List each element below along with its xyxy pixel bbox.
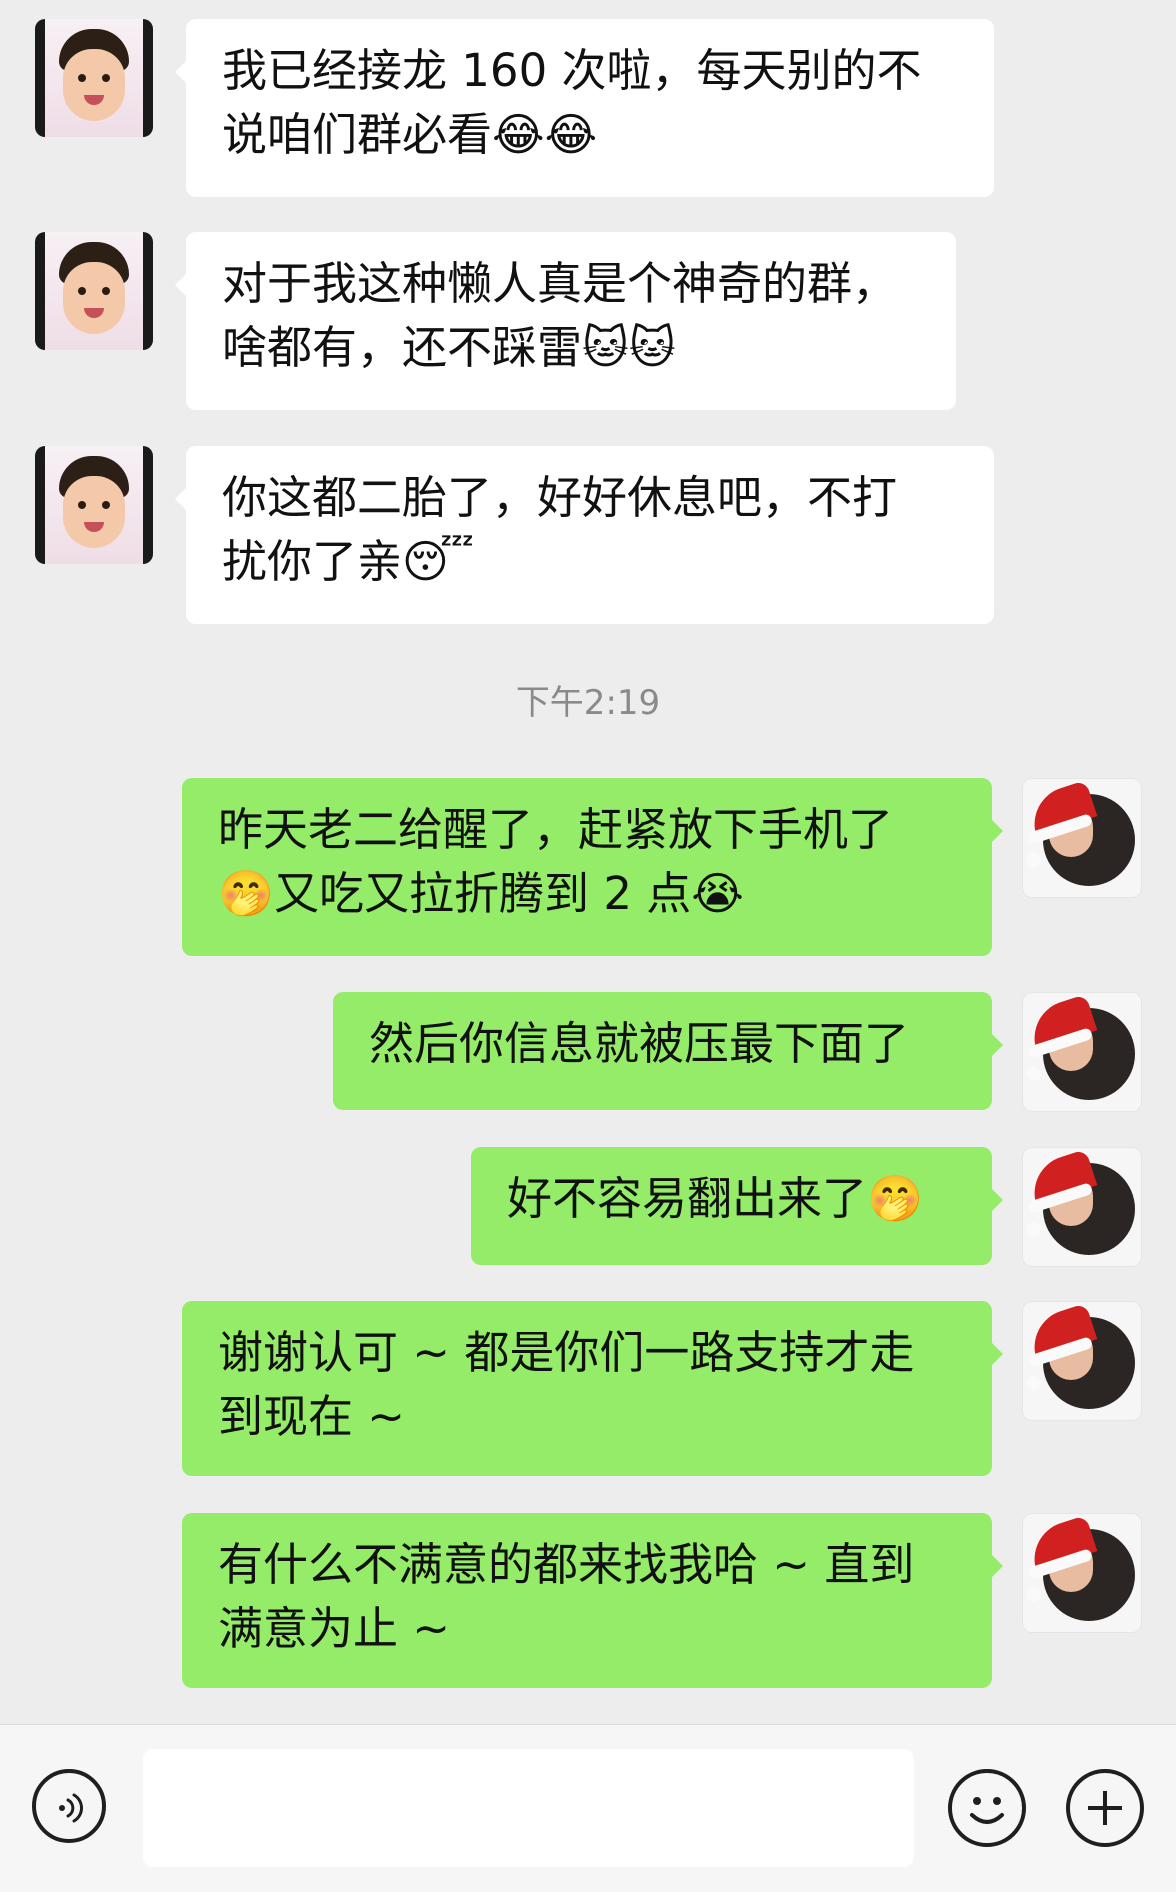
voice-icon[interactable] <box>32 1769 106 1843</box>
contact-avatar[interactable] <box>35 232 153 350</box>
contact-avatar[interactable] <box>35 446 153 564</box>
message-bubble-outgoing[interactable]: 有什么不满意的都来找我哈 ~ 直到 满意为止 ~ <box>182 1513 1003 1688</box>
chat-timestamp: 下午2:19 <box>515 683 661 723</box>
message-bubble-outgoing[interactable]: 昨天老二给醒了，赶紧放下手机了 🤭又吃又拉折腾到 2 点😭 <box>182 778 1003 956</box>
self-avatar[interactable] <box>1022 1301 1142 1421</box>
message-bubble-incoming[interactable]: 对于我这种懒人真是个神奇的群， 啥都有，还不踩雷🐱🐱 <box>175 232 956 410</box>
self-avatar[interactable] <box>1022 1147 1142 1267</box>
message-bubble-incoming[interactable]: 我已经接龙 160 次啦，每天别的不 说咱们群必看😂😂 <box>175 19 994 197</box>
chat-area: 我已经接龙 160 次啦，每天别的不 说咱们群必看😂😂 对于我这种懒人真是个神奇… <box>0 0 1176 1724</box>
self-avatar[interactable] <box>1022 1513 1142 1633</box>
emoji-icon[interactable] <box>948 1769 1026 1847</box>
message-bubble-outgoing[interactable]: 谢谢认可 ~ 都是你们一路支持才走 到现在 ~ <box>182 1301 1003 1476</box>
self-avatar[interactable] <box>1022 778 1142 898</box>
self-avatar[interactable] <box>1022 992 1142 1112</box>
message-input[interactable] <box>143 1749 914 1867</box>
plus-icon[interactable] <box>1066 1769 1144 1847</box>
message-bubble-outgoing[interactable]: 好不容易翻出来了🤭 <box>471 1147 1003 1265</box>
input-bar <box>0 1724 1176 1892</box>
contact-avatar[interactable] <box>35 19 153 137</box>
message-bubble-outgoing[interactable]: 然后你信息就被压最下面了 <box>333 992 1003 1110</box>
message-bubble-incoming[interactable]: 你这都二胎了，好好休息吧，不打 扰你了亲😴 <box>175 446 994 624</box>
